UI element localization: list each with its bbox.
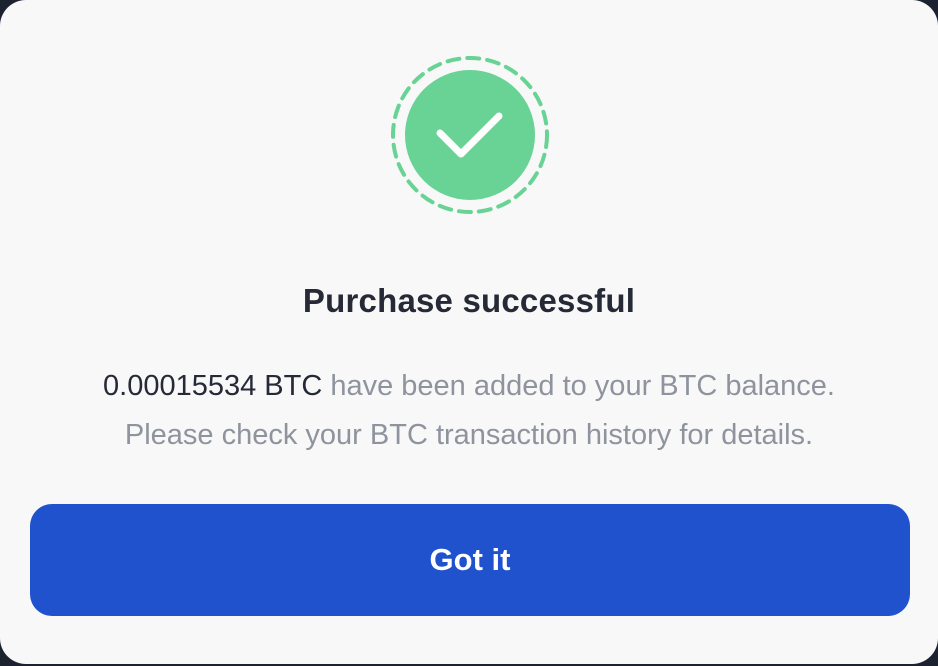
message-line-2: Please check your BTC transaction histor…: [124, 419, 814, 451]
check-icon: [391, 56, 549, 214]
purchase-success-dialog: Purchase successful 0.00015534 BTC have …: [0, 0, 938, 664]
btc-amount: 0.00015534 BTC: [103, 370, 323, 402]
dialog-title: Purchase successful: [302, 282, 636, 319]
got-it-button[interactable]: Got it: [30, 504, 910, 616]
success-icon-wrapper: [389, 54, 551, 216]
message-line-1-rest: have been added to your BTC balance.: [322, 370, 835, 402]
dialog-message: 0.00015534 BTC have been added to your B…: [20, 362, 918, 460]
